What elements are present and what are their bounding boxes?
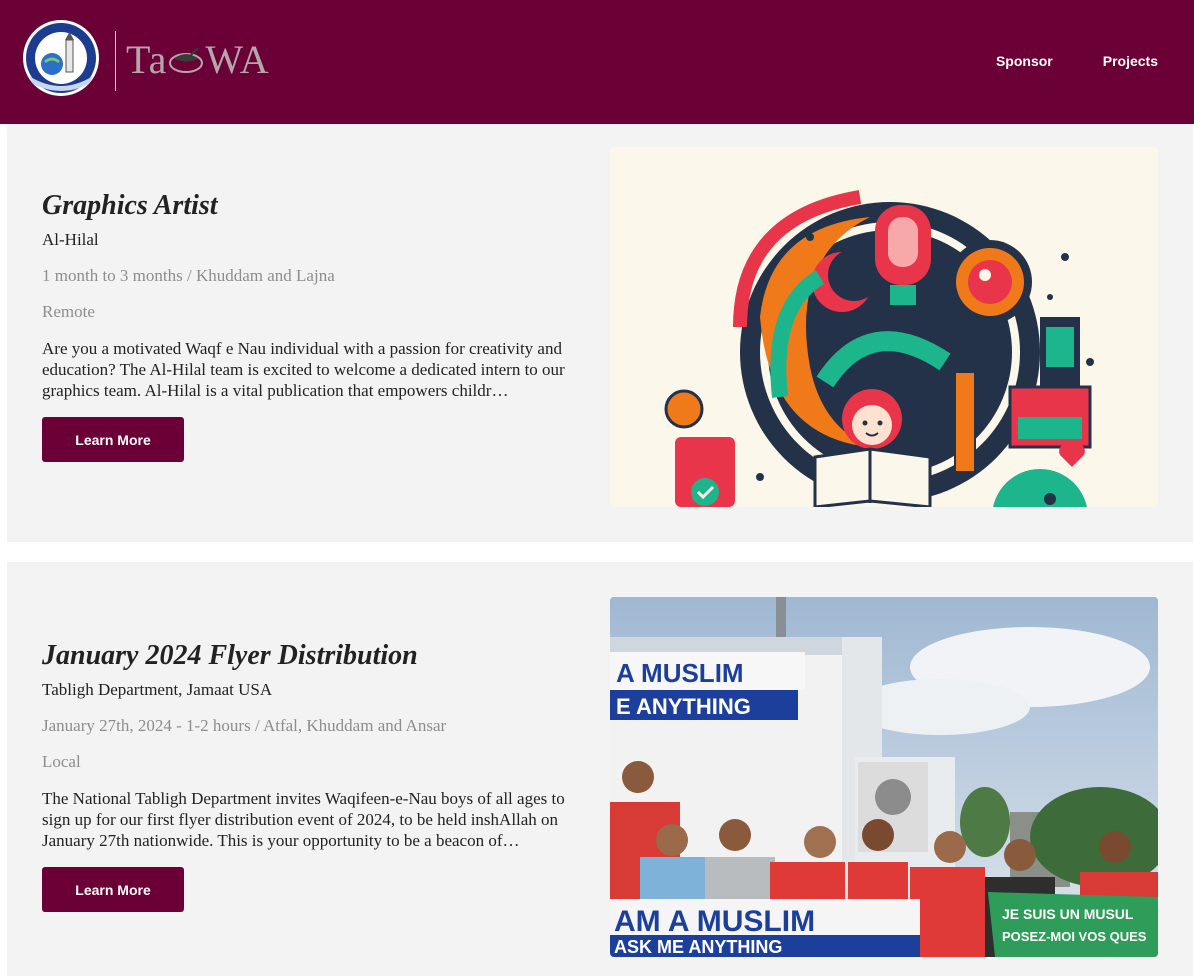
project-description: Are you a motivated Waqf e Nau individua… [42, 339, 565, 400]
project-location: Local [42, 752, 81, 771]
learn-more-button[interactable]: Learn More [42, 867, 184, 912]
brand-wordmark[interactable]: Ta WA [126, 34, 270, 84]
group-photo-icon: A MUSLIM E ANYTHING AM A MUSLIM ASK ME A… [610, 597, 1158, 957]
graphics-illustration-icon [610, 147, 1158, 507]
site-header: Ta WA Sponsor Projects [0, 0, 1194, 124]
nav-projects[interactable]: Projects [1103, 51, 1158, 71]
main-nav: Sponsor Projects [996, 51, 1158, 71]
project-duration: January 27th, 2024 - 1-2 hours / Atfal, … [42, 716, 447, 735]
nav-sponsor[interactable]: Sponsor [996, 51, 1053, 71]
project-org: Al-Hilal [42, 230, 99, 249]
banner-line2: ASK ME ANYTHING [614, 937, 782, 957]
seal-logo-icon[interactable] [19, 18, 103, 98]
project-title: January 2024 Flyer Distribution [42, 640, 418, 671]
project-description: The National Tabligh Department invites … [42, 789, 565, 850]
project-org: Tabligh Department, Jamaat USA [42, 680, 273, 699]
truck-sign-line1: A MUSLIM [616, 658, 744, 688]
project-card: Graphics Artist Al-Hilal 1 month to 3 mo… [7, 124, 1193, 542]
brand-suffix: WA [205, 36, 270, 82]
project-duration: 1 month to 3 months / Khuddam and Lajna [42, 266, 335, 285]
green-sign-line1: JE SUIS UN MUSUL [1002, 906, 1134, 922]
banner-line1: AM A MUSLIM [614, 905, 815, 938]
brand-prefix: Ta [126, 36, 168, 82]
project-card: January 2024 Flyer Distribution Tabligh … [7, 562, 1193, 976]
project-location: Remote [42, 302, 95, 321]
project-image[interactable] [610, 147, 1158, 507]
truck-sign-line2: E ANYTHING [616, 694, 751, 719]
green-sign-line2: POSEZ-MOI VOS QUES [1002, 929, 1147, 944]
brand-q-emblem-icon [169, 47, 204, 73]
project-image[interactable]: A MUSLIM E ANYTHING AM A MUSLIM ASK ME A… [610, 597, 1158, 957]
logo-divider [115, 31, 116, 91]
project-title: Graphics Artist [42, 190, 218, 221]
learn-more-button[interactable]: Learn More [42, 417, 184, 462]
